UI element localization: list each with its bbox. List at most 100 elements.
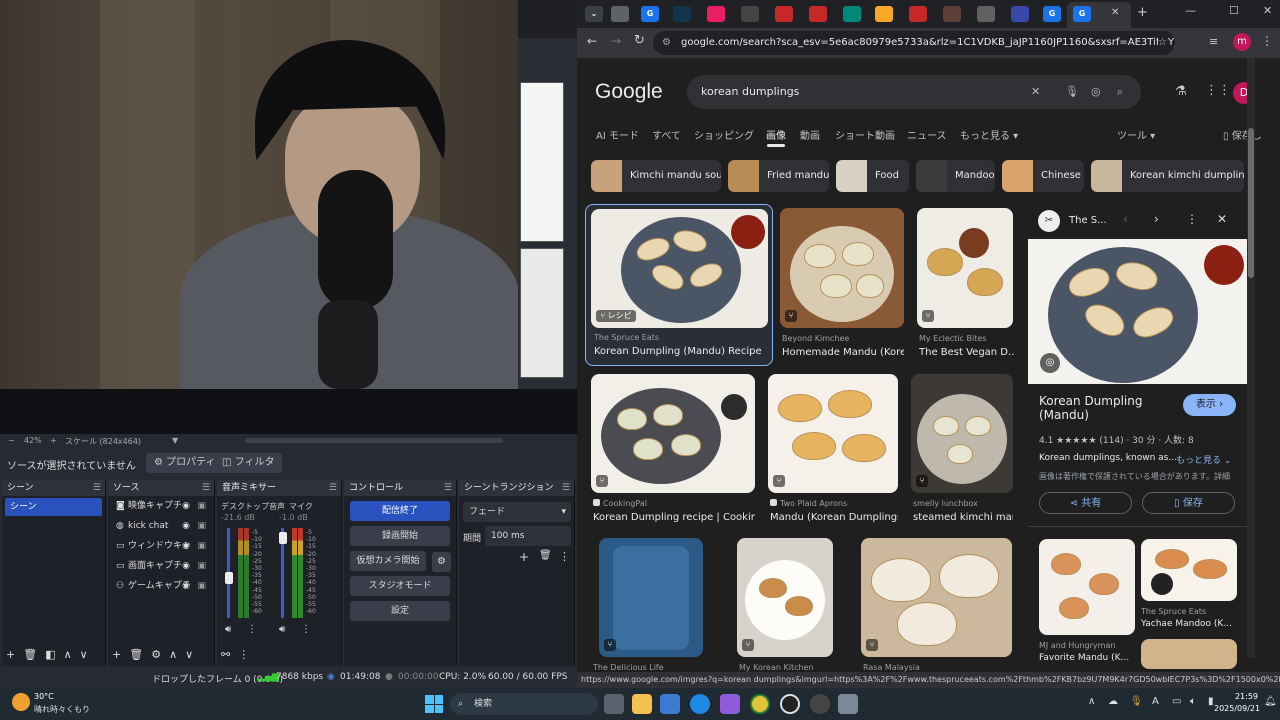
gear-icon[interactable]: ⚙ xyxy=(151,648,161,661)
related-result[interactable]: MJ and Hungryman Favorite Mandu (K... xyxy=(1039,539,1135,669)
transition-select[interactable]: フェード ▾ xyxy=(463,502,571,522)
preview-image[interactable]: ◎ xyxy=(1028,239,1248,384)
gear-icon[interactable]: ⚙ xyxy=(432,552,451,572)
prev-icon[interactable]: ‹ xyxy=(1123,212,1128,226)
more-link[interactable]: もっと見る ⌄ xyxy=(1176,453,1231,466)
image-result[interactable]: ⑂ My Korean Kitchen xyxy=(737,538,877,672)
mic-volume-knob[interactable] xyxy=(279,532,287,544)
trash-icon[interactable]: 🗑 xyxy=(129,648,143,661)
weather-desc[interactable]: 晴れ時々くもり xyxy=(34,704,90,715)
tab-ai-mode[interactable]: AI モード xyxy=(596,127,639,142)
share-button[interactable]: ⋖ 共有 xyxy=(1039,492,1132,514)
weather-temp[interactable]: 30°C xyxy=(34,692,54,701)
chip-mandoo[interactable]: Mandoo xyxy=(916,160,995,192)
close-icon[interactable]: ✕ xyxy=(1111,7,1119,18)
image-result[interactable]: ⑂ CookingPal Korean Dumpling recipe | Co… xyxy=(591,374,755,524)
weather-icon[interactable] xyxy=(12,693,30,711)
tab-shopping[interactable]: ショッピング xyxy=(694,127,754,142)
source-item[interactable]: ◍ kick chat ◉ ▣ xyxy=(108,516,214,536)
save-search-button[interactable]: ▯ 保存し xyxy=(1223,127,1262,142)
lock-icon[interactable]: ▣ xyxy=(197,496,206,516)
mic-icon[interactable]: 🎙︎ xyxy=(1130,696,1143,707)
trash-icon[interactable]: 🗑 xyxy=(539,550,552,561)
image-result[interactable]: ⑂ Two Plaid Aprons Mandu (Korean Dumplin… xyxy=(768,374,898,524)
dock-menu-icon[interactable]: ☰ xyxy=(329,480,337,496)
maximize-icon[interactable]: ☐ xyxy=(1229,4,1239,17)
browser-tab[interactable] xyxy=(809,6,827,22)
volume-icon[interactable]: 🔈︎ xyxy=(1190,696,1196,707)
dock-menu-icon[interactable]: ☰ xyxy=(93,480,101,496)
browser-tab[interactable] xyxy=(741,6,759,22)
stop-streaming-button[interactable]: 配信終了 xyxy=(350,501,450,521)
link-icon[interactable]: ⚯ xyxy=(221,648,230,661)
browser-tab[interactable]: G xyxy=(641,6,659,22)
page-scrollbar[interactable] xyxy=(1247,58,1255,658)
edge-icon[interactable] xyxy=(690,694,710,714)
start-recording-button[interactable]: 録画開始 xyxy=(350,526,450,546)
down-icon[interactable]: ∨ xyxy=(80,648,88,661)
browser-tab[interactable] xyxy=(909,6,927,22)
lock-icon[interactable]: ▣ xyxy=(197,556,206,576)
filters-button[interactable]: ◫ フィルタ xyxy=(214,453,283,473)
search-icon[interactable]: ⌕ xyxy=(1117,75,1123,109)
site-info-icon[interactable]: ⚙ xyxy=(662,31,671,55)
more-vertical-icon[interactable]: ⋮ xyxy=(301,624,311,635)
clock-time[interactable]: 21:59 xyxy=(1222,692,1258,701)
add-icon[interactable]: + xyxy=(112,648,121,661)
add-icon[interactable]: + xyxy=(519,550,529,564)
image-result[interactable]: ⑂ My Eclectic Bites The Best Vegan D... xyxy=(917,208,1014,360)
panel-title[interactable]: Korean Dumpling (Mandu) xyxy=(1039,394,1142,422)
notification-icon[interactable]: 🔔︎ xyxy=(1264,696,1277,707)
settings-button[interactable]: 設定 xyxy=(350,601,450,621)
image-result[interactable]: ⑂ The Delicious Life xyxy=(591,538,709,672)
obs-icon[interactable] xyxy=(780,694,800,714)
apps-grid-icon[interactable]: ⋮⋮ xyxy=(1205,83,1231,98)
source-item[interactable]: ◙ 映像キャプチ ◉ ▣ xyxy=(108,496,214,516)
speaker-icon[interactable]: 🔊︎ xyxy=(225,624,231,635)
eye-icon[interactable]: ◉ xyxy=(182,516,190,536)
image-result[interactable]: ⑂ Rasa Malaysia xyxy=(861,538,1013,672)
virtual-camera-button[interactable]: 仮想カメラ開始 xyxy=(350,551,426,571)
copilot-icon[interactable] xyxy=(720,694,740,714)
eye-icon[interactable]: ◉ xyxy=(182,576,190,596)
preview-scrollbar[interactable] xyxy=(245,438,503,443)
more-vertical-icon[interactable]: ⋮ xyxy=(1186,212,1198,226)
cloud-icon[interactable]: ☁ xyxy=(1108,696,1118,707)
source-item[interactable]: ▭ ウィンドウキャ ◉ ▣ xyxy=(108,536,214,556)
reload-icon[interactable]: ↻ xyxy=(634,33,645,48)
close-icon[interactable]: ✕ xyxy=(1217,212,1227,226)
browser-tab[interactable] xyxy=(843,6,861,22)
lens-icon[interactable]: ◎ xyxy=(1040,353,1060,373)
lock-icon[interactable]: ▣ xyxy=(197,516,206,536)
filter-icon[interactable]: ◧ xyxy=(45,648,55,661)
browser-tab[interactable] xyxy=(977,6,995,22)
chip-fried-mandu[interactable]: Fried mandu xyxy=(728,160,829,192)
scale-dropdown-icon[interactable]: ▼ xyxy=(172,436,178,445)
browser-tab[interactable] xyxy=(943,6,961,22)
more-vertical-icon[interactable]: ⋮ xyxy=(559,550,570,563)
lock-icon[interactable]: ▣ xyxy=(197,536,206,556)
zoom-minus-icon[interactable]: − xyxy=(8,436,15,445)
tab-images[interactable]: 画像 xyxy=(766,127,786,142)
eye-icon[interactable]: ◉ xyxy=(182,556,190,576)
up-icon[interactable]: ∧ xyxy=(64,648,72,661)
active-tab[interactable]: G ✕ xyxy=(1067,2,1131,28)
view-button[interactable]: 表示 › xyxy=(1183,394,1236,416)
tab-list-icon[interactable]: ≡ xyxy=(1209,35,1218,48)
add-icon[interactable]: + xyxy=(6,648,15,661)
duration-input[interactable]: 100 ms xyxy=(485,526,571,546)
url-field[interactable]: ⚙ google.com/search?sca_esv=5e6ac80979e5… xyxy=(653,31,1175,55)
forward-icon[interactable]: → xyxy=(611,34,621,48)
browser-tab[interactable] xyxy=(707,6,725,22)
eye-icon[interactable]: ◉ xyxy=(182,536,190,556)
chip-food[interactable]: Food xyxy=(836,160,909,192)
chip-chinese[interactable]: Chinese xyxy=(1002,160,1084,192)
search-input[interactable]: korean dumplings ✕ 🎙︎ ◎ ⌕ xyxy=(687,75,1141,109)
browser-tab[interactable] xyxy=(673,6,691,22)
more-vertical-icon[interactable]: ⋮ xyxy=(247,624,257,635)
speaker-icon[interactable]: 🔊︎ xyxy=(279,624,285,635)
network-icon[interactable]: ▭ xyxy=(1172,696,1181,707)
chip-kimchi-mandu-soup[interactable]: Kimchi mandu soup xyxy=(591,160,721,192)
image-result[interactable]: ⑂ smelly lunchbox steamed kimchi man... xyxy=(911,374,1014,524)
panel-source[interactable]: The S... xyxy=(1069,215,1107,226)
